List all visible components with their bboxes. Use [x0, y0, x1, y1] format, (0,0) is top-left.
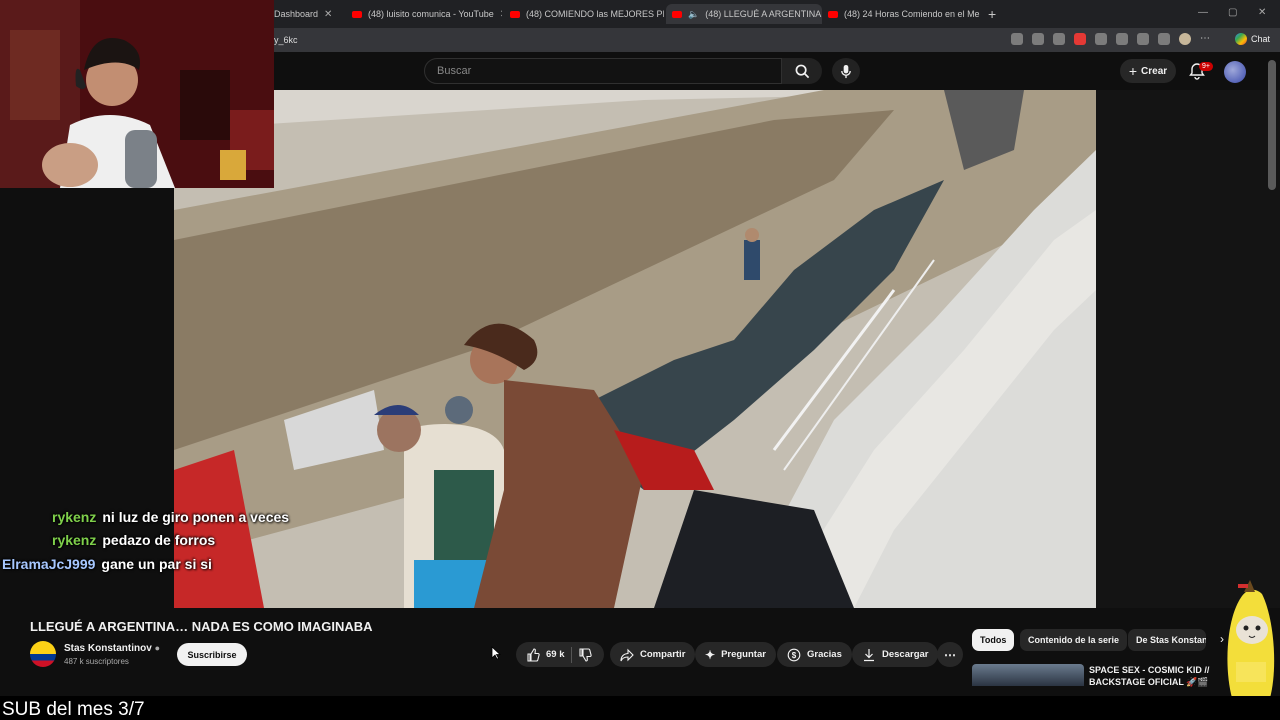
create-label: Crear — [1141, 65, 1168, 77]
chat-username: rykenz — [52, 509, 97, 525]
video-player[interactable] — [174, 90, 1096, 608]
more-actions-button[interactable]: ⋯ — [937, 642, 963, 667]
translate-icon[interactable] — [1011, 33, 1023, 45]
chat-message: rykenz pedazo de forros — [52, 532, 215, 548]
tab-label: (48) LLEGUÉ A ARGENTINA... — [705, 9, 822, 19]
tab-luisito[interactable]: (48) luisito comunica - YouTube ✕ — [352, 4, 502, 24]
like-button[interactable]: 69 k — [526, 647, 565, 662]
copilot-icon — [1234, 33, 1247, 45]
favorite-star-icon[interactable] — [1053, 33, 1065, 45]
extensions-icon[interactable] — [1116, 33, 1128, 45]
screen: Dashboard ✕ (48) luisito comunica - YouT… — [0, 0, 1280, 720]
svg-text:$: $ — [792, 651, 797, 660]
sub-of-month-text: SUB del mes 3/7 — [2, 699, 145, 720]
tab-label: Dashboard — [274, 9, 319, 19]
chat-text: pedazo de forros — [102, 532, 216, 548]
more-dots-icon: ⋯ — [944, 647, 956, 662]
user-avatar[interactable] — [1224, 61, 1246, 83]
chat-username: rykenz — [52, 532, 97, 548]
collections-icon[interactable] — [1158, 33, 1170, 45]
tab-pizza[interactable]: (48) COMIENDO las MEJORES PIZ ✕ — [510, 4, 664, 24]
channel-name[interactable]: Stas Konstantinov ● — [64, 643, 160, 654]
verified-icon: ● — [154, 643, 161, 653]
subscriber-count: 487 k suscriptores — [64, 657, 129, 666]
page-scrollbar[interactable] — [1268, 60, 1276, 190]
maximize-icon[interactable]: ▢ — [1228, 7, 1237, 18]
download-button[interactable]: Descargar — [852, 642, 939, 667]
close-tab-icon[interactable]: ✕ — [324, 9, 332, 20]
thumbs-down-icon[interactable] — [578, 647, 592, 662]
banana-cat-sticker — [1227, 580, 1275, 698]
copilot-chat-button[interactable]: Chat — [1234, 33, 1270, 45]
youtube-favicon-icon — [352, 10, 362, 18]
chip-series[interactable]: Contenido de la serie — [1020, 629, 1128, 651]
chat-message: rykenz ni luz de giro ponen a veces — [52, 509, 289, 525]
youtube-favicon-icon — [672, 10, 682, 18]
speaker-icon: 🔈 — [688, 8, 700, 19]
video-title: LLEGUÉ A ARGENTINA… NADA ES COMO IMAGINA… — [30, 619, 373, 634]
url-field[interactable]: y_6kc — [274, 35, 298, 45]
thumbs-up-icon — [527, 647, 540, 662]
like-count: 69 k — [546, 649, 565, 660]
microphone-icon — [841, 64, 851, 78]
chat-label: Chat — [1250, 34, 1270, 44]
favorites-icon[interactable] — [1137, 33, 1149, 45]
tab-24-horas[interactable]: (48) 24 Horas Comiendo en el Me ✕ — [828, 4, 984, 24]
ask-button[interactable]: ✦ Preguntar — [695, 642, 776, 667]
youtube-favicon-icon — [510, 10, 520, 18]
refresh-icon[interactable] — [1095, 33, 1107, 45]
video-side-area — [1096, 90, 1280, 608]
stream-bottom-bar — [0, 696, 1280, 720]
share-icon — [620, 648, 634, 661]
more-menu-icon[interactable]: ⋯ — [1200, 33, 1210, 45]
channel-name-text: Stas Konstantinov — [64, 643, 152, 654]
reader-icon[interactable] — [1032, 33, 1044, 45]
new-tab-icon[interactable]: + — [988, 4, 1002, 24]
share-button[interactable]: Compartir — [610, 642, 696, 667]
chip-all[interactable]: Todos — [972, 629, 1015, 651]
youtube-favicon-icon — [828, 10, 838, 18]
sparkle-icon: ✦ — [705, 647, 716, 662]
extension-icons: ⋯ — [1011, 33, 1210, 45]
thanks-label: Gracias — [807, 649, 842, 660]
voice-search-button[interactable] — [832, 58, 860, 84]
share-label: Compartir — [640, 649, 686, 660]
recommended-title[interactable]: SPACE SEX - COSMIC KID // BACKSTAGE OFIC… — [1089, 664, 1217, 688]
tab-label: (48) COMIENDO las MEJORES PIZ — [526, 9, 664, 19]
chat-message: ElramaJcJ999 gane un par si si — [2, 556, 212, 572]
video-frame — [174, 90, 1096, 608]
search-button[interactable] — [782, 58, 822, 84]
search-input[interactable]: Buscar — [424, 58, 782, 84]
mouse-cursor-icon — [491, 646, 502, 665]
profile-icon[interactable] — [1179, 33, 1191, 45]
like-dislike-group: 69 k — [516, 642, 604, 667]
minimize-icon[interactable]: — — [1198, 7, 1208, 18]
thanks-dollar-icon: $ — [787, 648, 801, 661]
chat-text: gane un par si si — [101, 556, 212, 572]
chat-username: ElramaJcJ999 — [2, 556, 96, 572]
chat-text: ni luz de giro ponen a veces — [102, 509, 290, 525]
tab-label: (48) luisito comunica - YouTube — [368, 9, 494, 19]
tab-label: (48) 24 Horas Comiendo en el Me — [844, 9, 980, 19]
plus-icon: + — [1128, 63, 1138, 79]
channel-avatar[interactable] — [30, 641, 56, 667]
notification-badge: 9+ — [1199, 62, 1213, 71]
subscribe-button[interactable]: Suscribirse — [177, 643, 247, 666]
close-tab-icon[interactable]: ✕ — [500, 9, 502, 20]
download-icon — [864, 648, 874, 661]
download-label: Descargar — [882, 649, 929, 660]
tab-argentina[interactable]: 🔈 (48) LLEGUÉ A ARGENTINA... ✕ — [666, 4, 822, 24]
ask-label: Preguntar — [721, 649, 766, 660]
thanks-button[interactable]: $ Gracias — [777, 642, 852, 667]
recommended-thumbnail[interactable] — [972, 664, 1084, 686]
search-icon — [795, 64, 809, 78]
close-window-icon[interactable]: ✕ — [1258, 7, 1266, 18]
divider — [570, 646, 572, 663]
chip-from-channel[interactable]: De Stas Konstan — [1128, 629, 1206, 651]
streamer-webcam — [0, 0, 274, 188]
webcam-frame — [0, 0, 274, 188]
adblock-icon[interactable] — [1074, 33, 1086, 45]
create-button[interactable]: + Crear — [1120, 59, 1176, 83]
tab-dashboard[interactable]: Dashboard ✕ — [274, 4, 344, 24]
